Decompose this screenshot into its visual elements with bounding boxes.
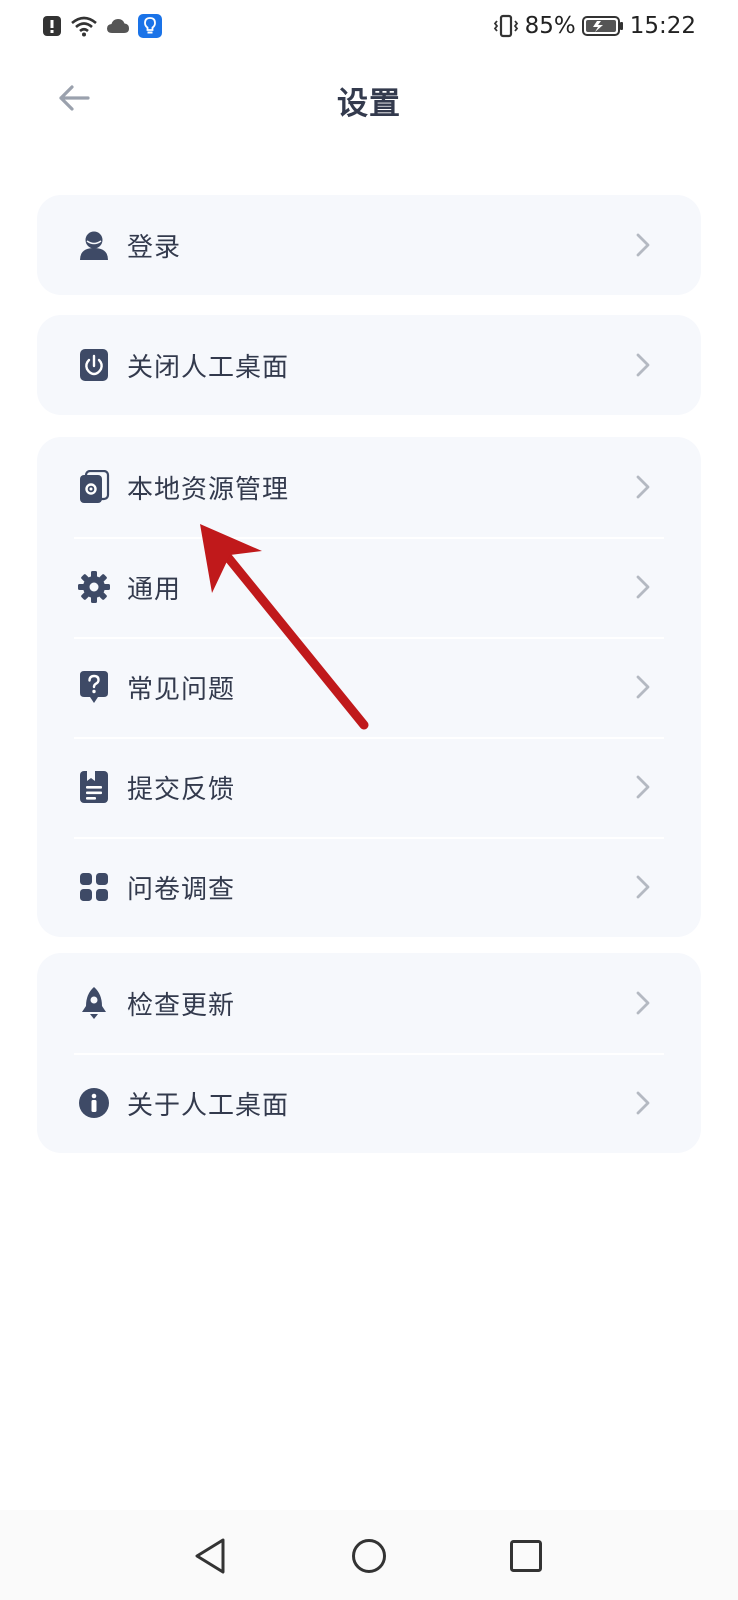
battery-icon [581, 15, 624, 37]
settings-item-faq[interactable]: 常见问题 [37, 637, 701, 737]
battery-percent: 85% [524, 13, 576, 39]
settings-item-label: 登录 [127, 232, 182, 263]
settings-item-label: 关于人工桌面 [127, 1090, 290, 1121]
nav-home-button[interactable] [339, 1528, 399, 1588]
chevron-right-icon [633, 673, 653, 701]
settings-group-account: 登录 [37, 195, 701, 295]
resource-manager-icon [77, 470, 111, 504]
settings-item-label: 提交反馈 [127, 774, 236, 805]
page-title: 设置 [337, 86, 401, 122]
chevron-right-icon [633, 351, 653, 379]
feedback-icon [77, 770, 111, 804]
status-bar: 85% 15:22 [0, 0, 738, 52]
power-icon [77, 348, 111, 382]
recents-square-icon [509, 1539, 543, 1577]
settings-item-check-update[interactable]: 检查更新 [37, 953, 701, 1053]
gear-icon [77, 570, 111, 604]
chevron-right-icon [633, 989, 653, 1017]
settings-group-about: 检查更新 关于人工桌面 [37, 953, 701, 1153]
alert-icon [42, 15, 62, 37]
header: 设置 [0, 60, 738, 140]
chevron-right-icon [633, 773, 653, 801]
settings-item-label: 本地资源管理 [127, 474, 290, 505]
grid-icon [77, 870, 111, 904]
settings-group-general: 本地资源管理 通用 常见问题 提交反馈 问卷调查 [37, 437, 701, 937]
settings-item-local-resources[interactable]: 本地资源管理 [37, 437, 701, 537]
info-icon [77, 1086, 111, 1120]
home-circle-icon [351, 1538, 387, 1578]
settings-item-label: 检查更新 [127, 990, 236, 1021]
chevron-right-icon [633, 231, 653, 259]
rocket-icon [77, 986, 111, 1020]
question-icon [77, 670, 111, 704]
clock: 15:22 [629, 13, 696, 39]
nav-recents-button[interactable] [496, 1528, 556, 1588]
settings-group-desktop: 关闭人工桌面 [37, 315, 701, 415]
settings-item-feedback[interactable]: 提交反馈 [37, 737, 701, 837]
nav-back-button[interactable] [180, 1528, 240, 1588]
chevron-right-icon [633, 1089, 653, 1117]
settings-item-about[interactable]: 关于人工桌面 [37, 1053, 701, 1153]
chevron-right-icon [633, 873, 653, 901]
settings-item-label: 问卷调查 [127, 874, 236, 905]
cloud-icon [106, 18, 130, 34]
lightbulb-app-icon [138, 14, 162, 38]
status-right: 85% 15:22 [493, 13, 696, 39]
settings-item-survey[interactable]: 问卷调查 [37, 837, 701, 937]
chevron-right-icon [633, 573, 653, 601]
system-nav-bar [0, 1510, 738, 1600]
status-left [42, 14, 162, 38]
user-icon [77, 228, 111, 262]
settings-item-label: 常见问题 [127, 674, 236, 705]
back-triangle-icon [193, 1538, 227, 1578]
settings-item-label: 关闭人工桌面 [127, 352, 290, 383]
vibrate-icon [493, 14, 519, 38]
chevron-right-icon [633, 473, 653, 501]
settings-item-general[interactable]: 通用 [37, 537, 701, 637]
settings-item-close-desktop[interactable]: 关闭人工桌面 [37, 315, 701, 415]
settings-item-login[interactable]: 登录 [37, 195, 701, 295]
settings-item-label: 通用 [127, 574, 182, 605]
wifi-icon [70, 15, 98, 37]
